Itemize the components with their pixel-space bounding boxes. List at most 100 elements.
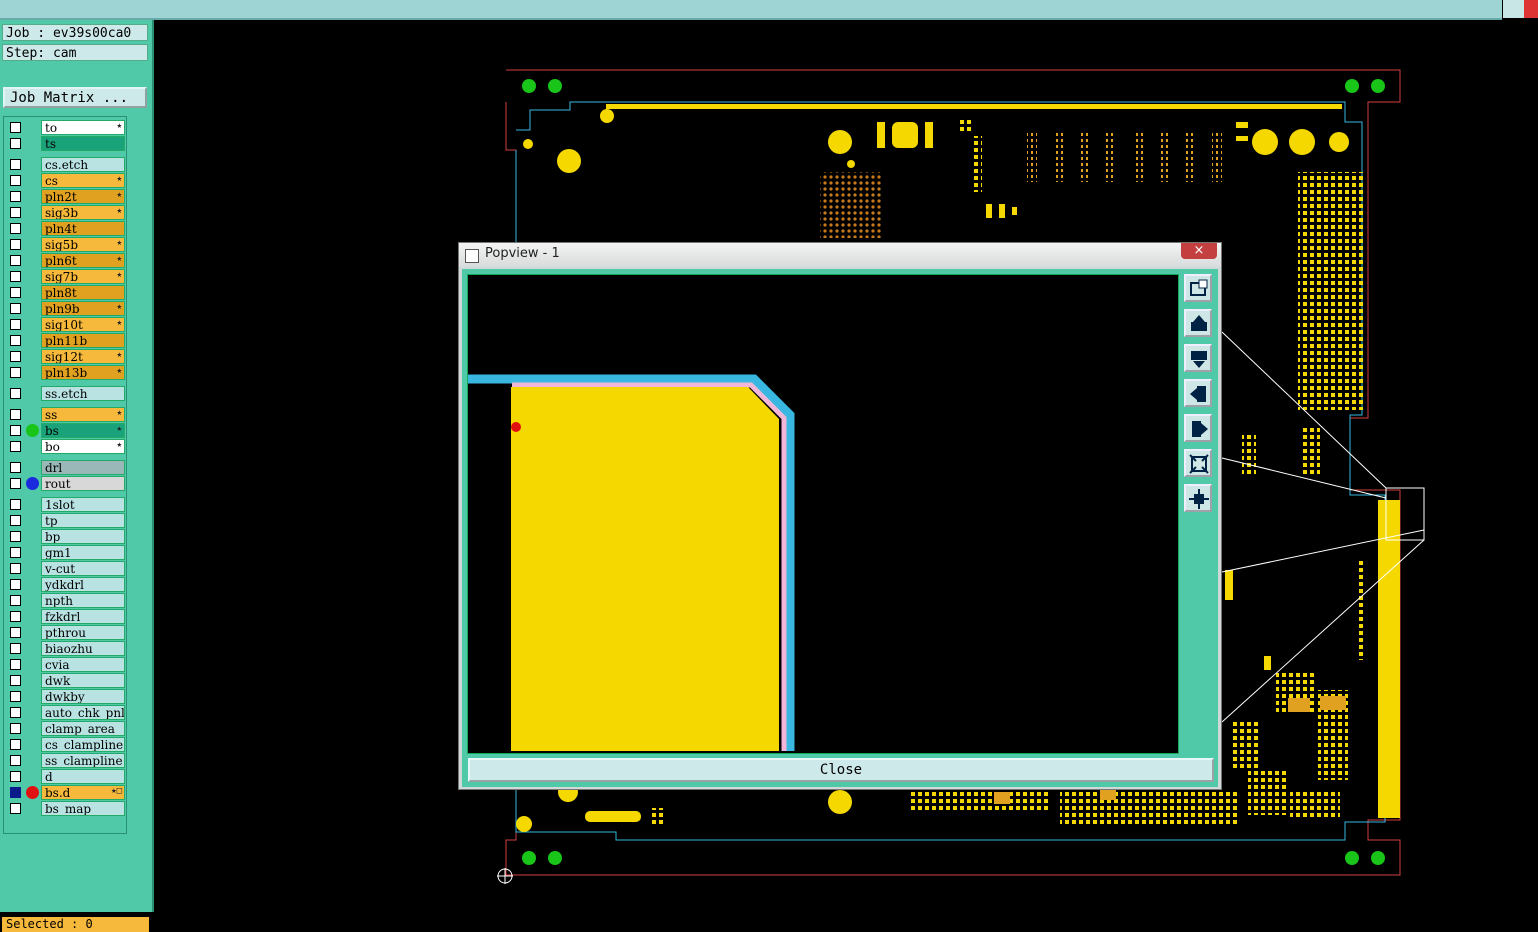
layer-row-v-cut[interactable]: v-cut (8, 561, 125, 576)
layer-name[interactable]: sig7b (41, 269, 125, 284)
layer-name[interactable]: v-cut (41, 561, 125, 576)
layer-row-clamp-area[interactable]: clamp_area (8, 721, 125, 736)
layer-checkbox[interactable] (10, 409, 21, 420)
layer-name[interactable]: fzkdrl (41, 609, 125, 624)
layer-name[interactable]: ss (41, 407, 125, 422)
layer-checkbox[interactable] (10, 303, 21, 314)
layer-checkbox[interactable] (10, 563, 21, 574)
layer-name[interactable]: sig5b (41, 237, 125, 252)
layer-row-pln13b[interactable]: pln13b ★ (8, 365, 125, 380)
layer-checkbox[interactable] (10, 207, 21, 218)
layer-checkbox[interactable] (10, 707, 21, 718)
popview-viewport[interactable] (467, 274, 1179, 754)
layer-name[interactable]: pln4t (41, 221, 125, 236)
layer-row-ss-clampline[interactable]: ss_clampline (8, 753, 125, 768)
layer-checkbox[interactable] (10, 771, 21, 782)
layer-checkbox[interactable] (10, 787, 21, 798)
layer-checkbox[interactable] (10, 175, 21, 186)
layer-checkbox[interactable] (10, 675, 21, 686)
layer-row-cs-etch[interactable]: cs.etch (8, 157, 125, 172)
layer-name[interactable]: 1slot (41, 497, 125, 512)
layer-name[interactable]: cs (41, 173, 125, 188)
layer-row-rout[interactable]: rout (8, 476, 125, 491)
layer-checkbox[interactable] (10, 223, 21, 234)
layer-name[interactable]: pln9b (41, 301, 125, 316)
layer-name[interactable]: npth (41, 593, 125, 608)
layer-name[interactable]: sig3b (41, 205, 125, 220)
layer-row-ts[interactable]: ts (8, 136, 125, 151)
layer-name[interactable]: ss_clampline (41, 753, 125, 768)
layer-row-ydkdrl[interactable]: ydkdrl (8, 577, 125, 592)
close-icon[interactable]: × (1181, 243, 1217, 259)
layer-checkbox[interactable] (10, 335, 21, 346)
layer-row-bo[interactable]: bo ★ (8, 439, 125, 454)
layer-checkbox[interactable] (10, 191, 21, 202)
layer-row-pln2t[interactable]: pln2t ★ (8, 189, 125, 204)
layer-name[interactable]: pln2t (41, 189, 125, 204)
popview-titlebar[interactable]: Popview - 1 (459, 243, 1221, 267)
layer-row-bs[interactable]: bs ★ (8, 423, 125, 438)
layer-name[interactable]: pln11b (41, 333, 125, 348)
layer-checkbox[interactable] (10, 351, 21, 362)
layer-checkbox[interactable] (10, 611, 21, 622)
layer-name[interactable]: to (41, 120, 125, 135)
layer-checkbox[interactable] (10, 319, 21, 330)
layer-row-to[interactable]: to ★ (8, 120, 125, 135)
layer-checkbox[interactable] (10, 159, 21, 170)
layer-row-pln9b[interactable]: pln9b ★ (8, 301, 125, 316)
layer-checkbox[interactable] (10, 627, 21, 638)
layer-row-sig10t[interactable]: sig10t ★ (8, 317, 125, 332)
layer-name[interactable]: ydkdrl (41, 577, 125, 592)
layer-row-gm1[interactable]: gm1 (8, 545, 125, 560)
layer-row-npth[interactable]: npth (8, 593, 125, 608)
layer-row-sig3b[interactable]: sig3b ★ (8, 205, 125, 220)
layer-name[interactable]: ts (41, 136, 125, 151)
layer-name[interactable]: auto_chk_pnl (41, 705, 125, 720)
layer-row-tp[interactable]: tp (8, 513, 125, 528)
layer-name[interactable]: pthrou (41, 625, 125, 640)
layer-row-auto-chk-pnl[interactable]: auto_chk_pnl (8, 705, 125, 720)
layer-name[interactable]: bs_map (41, 801, 125, 816)
layer-name[interactable]: sig10t (41, 317, 125, 332)
layer-row-dwkby[interactable]: dwkby (8, 689, 125, 704)
layer-name[interactable]: rout (41, 476, 125, 491)
layer-row-pln8t[interactable]: pln8t (8, 285, 125, 300)
layer-name[interactable]: cs_clampline (41, 737, 125, 752)
layer-checkbox[interactable] (10, 441, 21, 452)
layer-row-1slot[interactable]: 1slot (8, 497, 125, 512)
layer-name[interactable]: d (41, 769, 125, 784)
layer-display-dot[interactable] (26, 786, 39, 799)
layer-checkbox[interactable] (10, 122, 21, 133)
layer-checkbox[interactable] (10, 499, 21, 510)
layer-display-dot[interactable] (26, 477, 39, 490)
zoom-window-icon[interactable] (1184, 274, 1212, 302)
layer-name[interactable]: gm1 (41, 545, 125, 560)
layer-checkbox[interactable] (10, 643, 21, 654)
layer-checkbox[interactable] (10, 425, 21, 436)
layer-checkbox[interactable] (10, 478, 21, 489)
layer-name[interactable]: ss.etch (41, 386, 125, 401)
layer-checkbox[interactable] (10, 255, 21, 266)
layer-checkbox[interactable] (10, 367, 21, 378)
layer-row-pln6t[interactable]: pln6t ★ (8, 253, 125, 268)
layer-checkbox[interactable] (10, 595, 21, 606)
layer-row-drl[interactable]: drl (8, 460, 125, 475)
pan-left-icon[interactable] (1184, 379, 1212, 407)
layer-checkbox[interactable] (10, 271, 21, 282)
layer-checkbox[interactable] (10, 531, 21, 542)
layer-row-cvia[interactable]: cvia (8, 657, 125, 672)
layer-name[interactable]: cs.etch (41, 157, 125, 172)
layer-checkbox[interactable] (10, 287, 21, 298)
pan-right-icon[interactable] (1184, 414, 1212, 442)
close-button[interactable]: Close (468, 758, 1214, 782)
zoom-in-icon[interactable] (1184, 484, 1212, 512)
layer-row-bp[interactable]: bp (8, 529, 125, 544)
layer-row-fzkdrl[interactable]: fzkdrl (8, 609, 125, 624)
layer-display-dot[interactable] (26, 424, 39, 437)
layer-checkbox[interactable] (10, 691, 21, 702)
layer-checkbox[interactable] (10, 462, 21, 473)
pan-up-icon[interactable] (1184, 309, 1212, 337)
layer-name[interactable]: tp (41, 513, 125, 528)
layer-name[interactable]: sig12t (41, 349, 125, 364)
layer-row-cs[interactable]: cs ★ (8, 173, 125, 188)
